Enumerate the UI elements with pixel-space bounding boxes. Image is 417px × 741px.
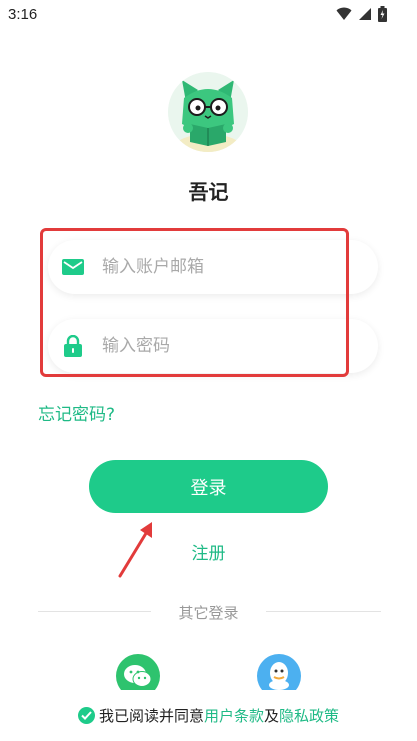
other-login-label: 其它登录 [178,604,239,622]
battery-icon [378,6,387,22]
cat-reading-logo-icon [168,72,248,152]
check-icon [81,711,92,720]
lock-icon [62,335,84,357]
user-terms-link[interactable]: 用户条款 [204,705,264,726]
divider-line-right [266,611,381,612]
agreement-bar: 我已阅读并同意 用户条款 及 隐私政策 [0,690,417,741]
app-name: 吾记 [188,180,229,204]
agree-checkbox[interactable] [77,707,95,724]
status-bar: 3:16 [0,0,417,30]
email-field-container[interactable] [48,240,378,294]
agreement-prefix: 我已阅读并同意 [98,707,204,725]
password-field-container[interactable] [48,319,378,373]
register-link[interactable]: 注册 [0,539,417,564]
qq-icon [269,662,289,690]
app-logo [168,72,248,152]
mail-icon [62,256,84,278]
status-time: 3:16 [8,6,38,23]
status-icons [336,6,387,22]
password-input[interactable] [102,336,342,356]
wechat-icon [124,665,152,687]
agreement-and: 及 [264,707,280,725]
signal-icon [359,8,371,20]
wifi-icon [336,7,352,20]
login-button[interactable]: 登录 [89,460,328,513]
forgot-password-link[interactable]: 忘记密码? [38,400,115,425]
privacy-policy-link[interactable]: 隐私政策 [279,705,339,726]
email-input[interactable] [102,257,342,277]
